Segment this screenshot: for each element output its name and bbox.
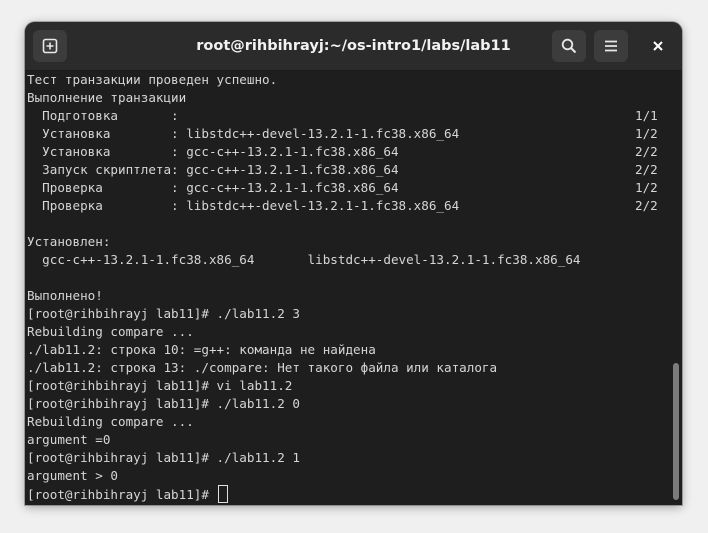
terminal-line: Выполнено! [27,288,103,303]
terminal-prompt-line[interactable]: [root@rihbihrayj lab11]# [27,485,670,503]
hamburger-menu-icon [605,40,617,52]
terminal-line: Rebuilding compare ... [27,414,194,429]
terminal-line: argument =0 [27,432,111,447]
terminal-line: Установка : gcc-c++-13.2.1-1.fc38.x86_64… [27,144,658,159]
terminal-line: Проверка : gcc-c++-13.2.1-1.fc38.x86_64 1… [27,180,658,195]
scrollbar-thumb[interactable] [673,363,679,500]
terminal-line: [root@rihbihrayj lab11]# vi lab11.2 [27,378,293,393]
close-button[interactable] [642,30,674,62]
menu-button[interactable] [594,30,628,62]
new-tab-icon [42,38,58,54]
new-tab-button[interactable] [33,30,67,62]
terminal-line: argument > 0 [27,468,118,483]
terminal-output[interactable]: Тест транзакции проведен успешно. Выполн… [25,71,670,505]
titlebar: root@rihbihrayj:~/os-intro1/labs/lab11 [25,22,682,71]
terminal-window: root@rihbihrayj:~/os-intro1/labs/lab11 Т… [25,22,682,505]
terminal-line: Установлен: [27,234,111,249]
scrollbar[interactable] [670,71,682,505]
terminal-line: [root@rihbihrayj lab11]# ./lab11.2 0 [27,396,300,411]
shell-prompt: [root@rihbihrayj lab11]# [27,487,217,502]
terminal-line: Подготовка :1/1 [27,108,658,123]
terminal-line: Выполнение транзакции [27,90,187,105]
terminal-line: gcc-c++-13.2.1-1.fc38.x86_64 libstdc++-d… [27,252,581,267]
text-cursor [217,485,228,503]
close-icon [653,41,663,51]
terminal-line: [root@rihbihrayj lab11]# ./lab11.2 1 [27,450,300,465]
terminal-line: ./lab11.2: строка 13: ./compare: Нет так… [27,360,498,375]
search-button[interactable] [552,30,586,62]
terminal-line: Проверка : libstdc++-devel-13.2.1-1.fc38… [27,198,658,213]
terminal-line: ./lab11.2: строка 10: =g++: команда не н… [27,342,376,357]
terminal-line: Установка : libstdc++-devel-13.2.1-1.fc3… [27,126,658,141]
search-icon [561,38,577,54]
terminal-line: Тест транзакции проведен успешно. [27,72,278,87]
terminal-line: Запуск скриптлета: gcc-c++-13.2.1-1.fc38… [27,162,658,177]
terminal-line: [root@rihbihrayj lab11]# ./lab11.2 3 [27,306,300,321]
window-title: root@rihbihrayj:~/os-intro1/labs/lab11 [196,38,511,54]
terminal-line: Rebuilding compare ... [27,324,194,339]
